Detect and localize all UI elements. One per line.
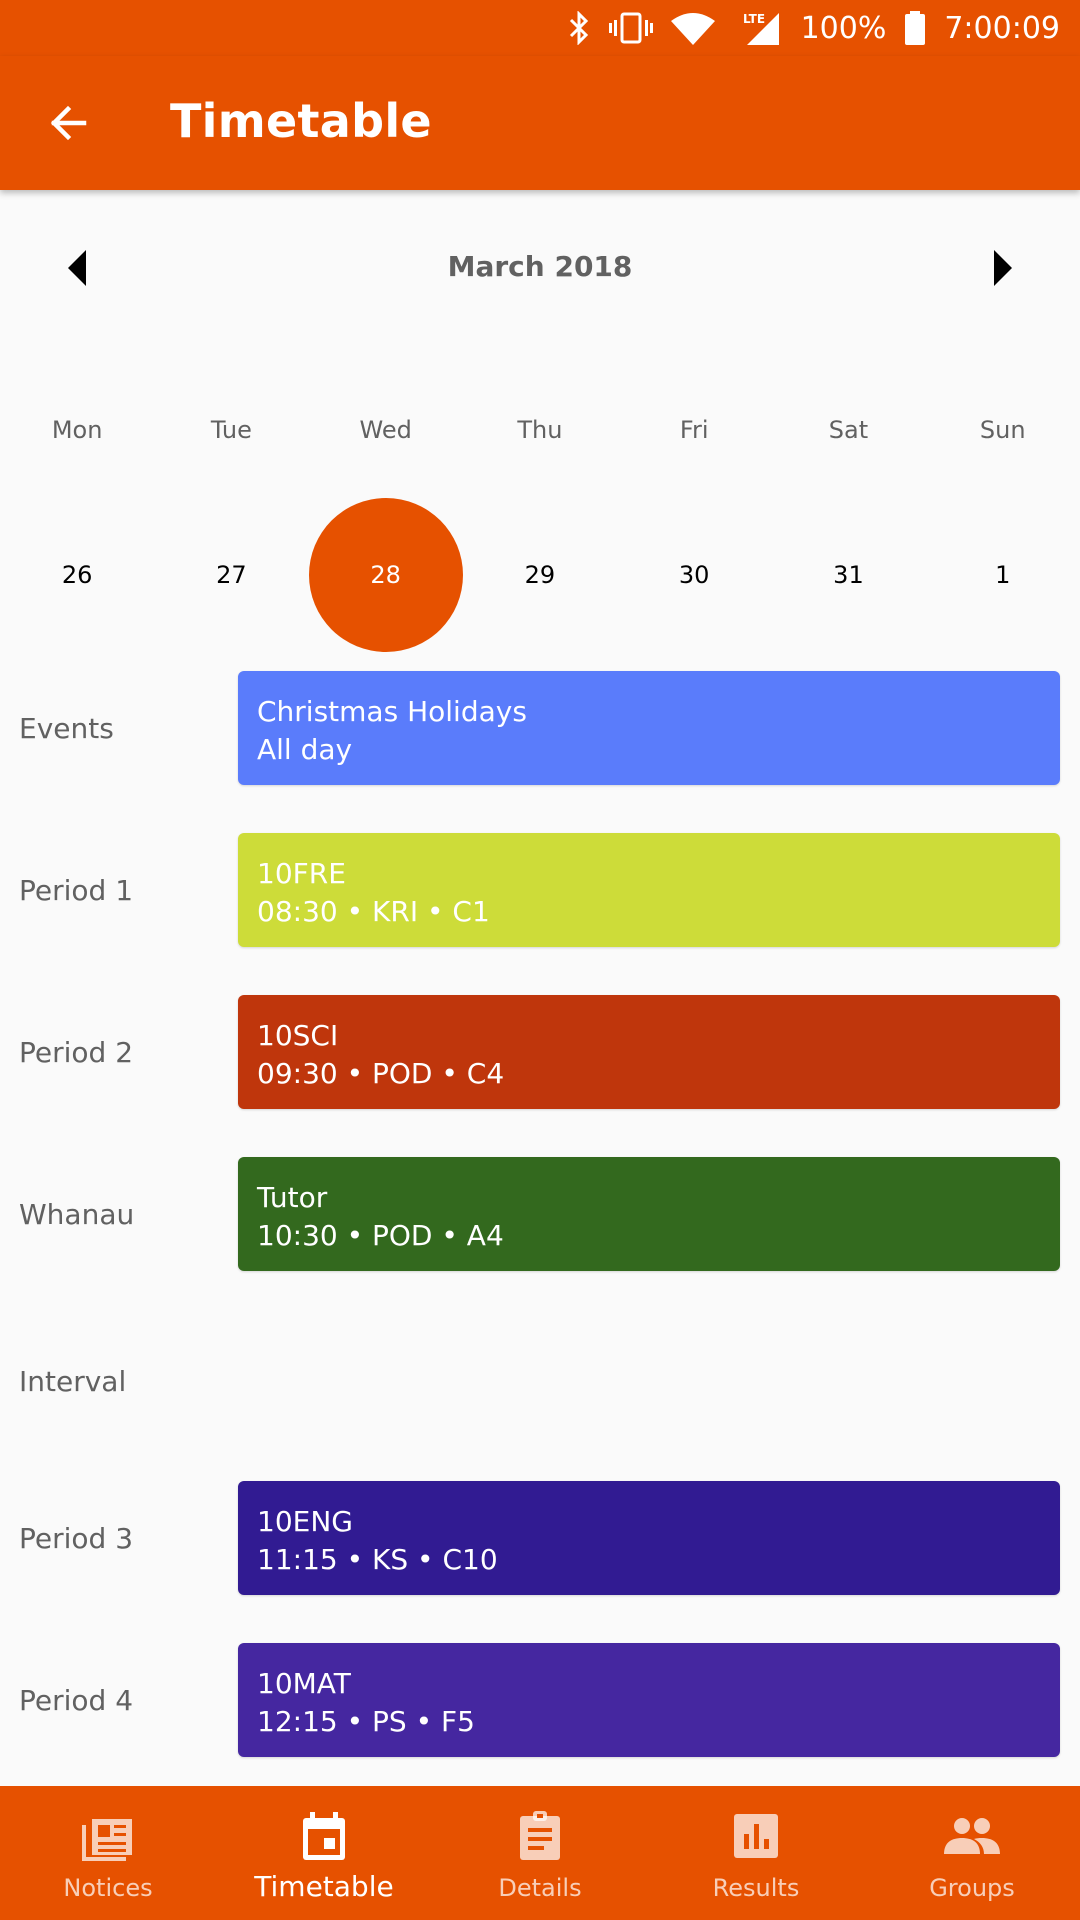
next-month-button[interactable] (988, 248, 1018, 288)
class-title: 10ENG (257, 1505, 353, 1538)
battery-text: 100% (800, 10, 887, 46)
day-number: 27 (216, 561, 247, 589)
class-card[interactable]: 10MAT 12:15 • PS • F5 (238, 1643, 1060, 1757)
clipboard-icon (520, 1811, 560, 1860)
nav-label: Results (712, 1874, 800, 1902)
schedule-row-period-1: Period 1 10FRE 08:30 • KRI • C1 (0, 833, 1080, 947)
event-detail: All day (257, 733, 353, 766)
row-label: Events (19, 711, 114, 745)
page-title: Timetable (170, 94, 432, 148)
month-navigation: March 2018 (0, 230, 1080, 310)
calendar-day[interactable]: 29 (463, 498, 617, 652)
row-label: Period 2 (19, 1035, 134, 1069)
schedule-row-period-3: Period 3 10ENG 11:15 • KS • C10 (0, 1481, 1080, 1595)
bar-chart-icon (734, 1814, 778, 1858)
day-number: 28 (308, 498, 463, 652)
weekday-header: Mon Tue Wed Thu Fri Sat Sun (0, 405, 1080, 455)
day-number: 31 (833, 561, 864, 589)
class-card[interactable]: 10SCI 09:30 • POD • C4 (238, 995, 1060, 1109)
clock: 7:00:09 (944, 10, 1060, 46)
caret-right-icon (994, 250, 1012, 286)
weekday-label: Mon (51, 416, 103, 444)
status-bar: LTE 100% 7:00:09 (0, 0, 1080, 56)
calendar-day[interactable]: 26 (0, 498, 154, 652)
class-detail: 08:30 • KRI • C1 (257, 895, 490, 928)
row-label: Period 4 (19, 1683, 134, 1717)
class-card[interactable]: 10FRE 08:30 • KRI • C1 (238, 833, 1060, 947)
schedule-row-interval: Interval (0, 1324, 1080, 1438)
bottom-navigation: Notices Timetable Details Results Groups (0, 1786, 1080, 1920)
week-days-row: 26 27 28 29 30 31 1 (0, 498, 1080, 652)
day-number: 26 (61, 561, 93, 589)
nav-label: Details (498, 1874, 582, 1902)
event-title: Christmas Holidays (257, 695, 527, 728)
people-icon (944, 1818, 1000, 1854)
calendar-day[interactable]: 30 (617, 498, 771, 652)
day-number: 29 (524, 561, 556, 589)
class-detail: 10:30 • POD • A4 (257, 1219, 504, 1252)
day-number: 30 (678, 561, 710, 589)
row-label: Period 1 (19, 873, 134, 907)
weekday-label: Tue (210, 416, 252, 444)
weekday-label: Sun (979, 416, 1026, 444)
status-icons: LTE 100% 7:00:09 (567, 0, 1060, 56)
calendar-day[interactable]: 28 (308, 498, 463, 652)
class-card[interactable]: 10ENG 11:15 • KS • C10 (238, 1481, 1060, 1595)
weekday-label: Thu (517, 416, 563, 444)
weekday-label: Sat (828, 416, 869, 444)
svg-text:LTE: LTE (743, 12, 765, 26)
app-bar: Timetable (0, 56, 1080, 190)
bluetooth-icon (567, 11, 591, 45)
wifi-icon (670, 11, 715, 45)
calendar-day[interactable]: 1 (926, 498, 1080, 652)
newspaper-icon (82, 1819, 132, 1861)
class-detail: 12:15 • PS • F5 (257, 1705, 475, 1738)
nav-label: Timetable (254, 1870, 394, 1903)
nav-item-groups[interactable]: Groups (864, 1786, 1080, 1920)
nav-item-notices[interactable]: Notices (0, 1786, 216, 1920)
row-label: Period 3 (19, 1521, 134, 1555)
nav-label: Groups (929, 1874, 1015, 1902)
schedule-row-period-2: Period 2 10SCI 09:30 • POD • C4 (0, 995, 1080, 1109)
lte-signal-icon: LTE (733, 11, 783, 45)
schedule-row-events: Events Christmas Holidays All day (0, 671, 1080, 785)
schedule-row-period-4: Period 4 10MAT 12:15 • PS • F5 (0, 1643, 1080, 1757)
weekday-label: Fri (679, 416, 709, 444)
nav-item-results[interactable]: Results (648, 1786, 864, 1920)
class-detail: 11:15 • KS • C10 (257, 1543, 498, 1576)
schedule-row-whanau: Whanau Tutor 10:30 • POD • A4 (0, 1157, 1080, 1271)
nav-item-details[interactable]: Details (432, 1786, 648, 1920)
class-title: 10FRE (257, 857, 346, 890)
back-button[interactable] (36, 91, 100, 155)
arrow-back-icon (50, 105, 87, 141)
class-card[interactable]: Tutor 10:30 • POD • A4 (238, 1157, 1060, 1271)
vibrate-icon (608, 11, 653, 45)
row-label: Whanau (19, 1197, 135, 1231)
month-label: March 2018 (447, 250, 633, 283)
calendar-day[interactable]: 31 (771, 498, 925, 652)
nav-item-timetable[interactable]: Timetable (216, 1786, 432, 1920)
class-title: 10SCI (257, 1019, 339, 1052)
calendar-day[interactable]: 27 (154, 498, 308, 652)
class-title: 10MAT (257, 1667, 351, 1700)
class-detail: 09:30 • POD • C4 (257, 1057, 505, 1090)
battery-icon (904, 11, 926, 45)
class-title: Tutor (257, 1181, 328, 1214)
row-label: Interval (19, 1364, 127, 1398)
weekday-label: Wed (359, 416, 412, 444)
day-number: 1 (995, 561, 1011, 589)
calendar-icon (303, 1812, 345, 1860)
event-card[interactable]: Christmas Holidays All day (238, 671, 1060, 785)
nav-label: Notices (63, 1874, 153, 1902)
